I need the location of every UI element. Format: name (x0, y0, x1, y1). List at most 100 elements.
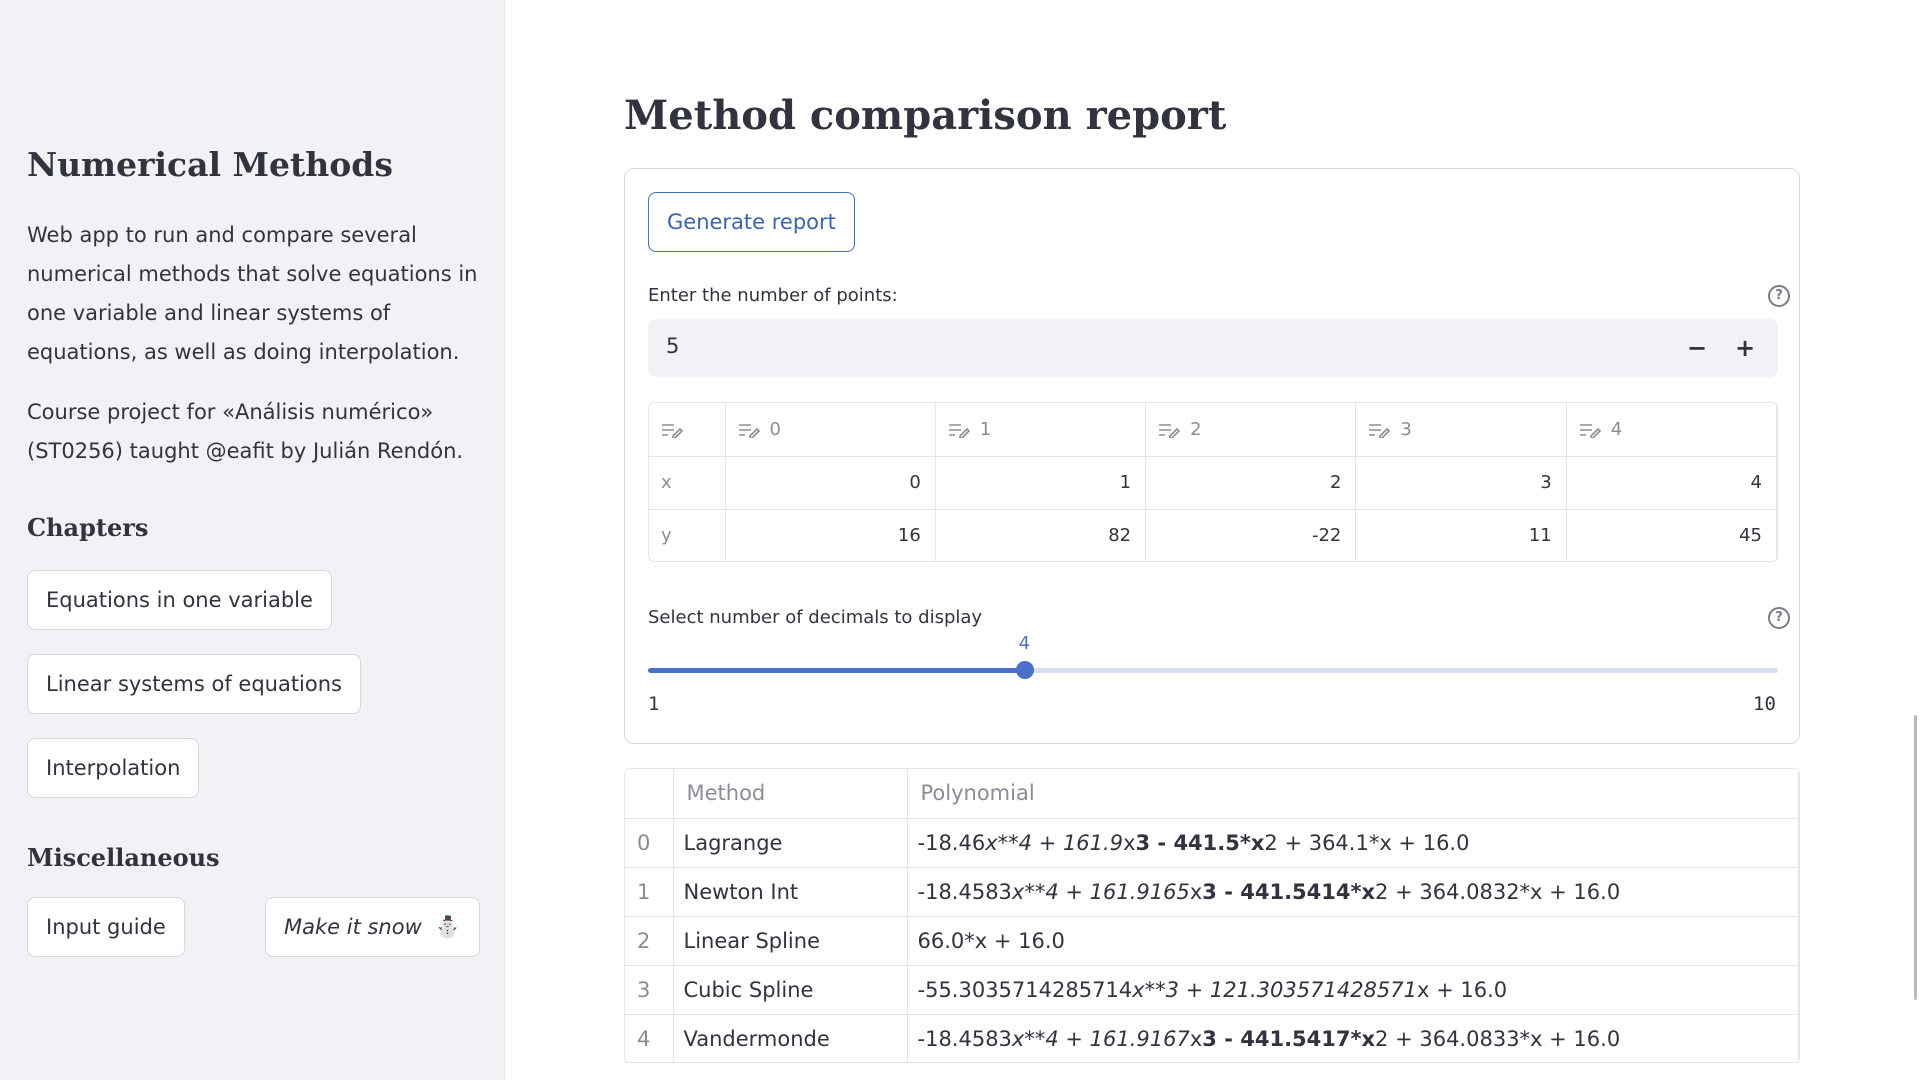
polynomial-segment: -18.4583 (917, 879, 1012, 904)
grid-cell[interactable]: 3 (1355, 456, 1567, 510)
polynomial-segment: 2 + 364.0833*x + 16.0 (1375, 1026, 1621, 1051)
row-index: 0 (625, 818, 674, 868)
sidebar: Numerical Methods Web app to run and com… (0, 0, 505, 1080)
table-row: 1 Newton Int -18.4583x**4 + 161.9165x3 - 4… (625, 867, 1799, 917)
grid-cell[interactable]: -22 (1145, 509, 1357, 561)
decimals-help-icon[interactable]: ? (1768, 607, 1790, 629)
sidebar-course-info: Course project for «Análisis numérico» (… (27, 400, 464, 463)
grid-row-x: x 0 1 2 3 4 (649, 456, 1777, 510)
polynomial-segment: 2 + 364.0832*x + 16.0 (1375, 879, 1621, 904)
decimals-slider-value: 4 (1018, 633, 1031, 654)
grid-row-label: x (649, 456, 726, 510)
grid-cell[interactable]: 16 (725, 509, 936, 561)
grid-cell[interactable]: 4 (1566, 456, 1777, 510)
polynomial-segment: x (1123, 830, 1136, 855)
decimals-slider-max: 10 (1753, 693, 1776, 715)
polynomial-cell: 66.0*x + 16.0 (907, 916, 1799, 966)
edit-column-icon (1159, 423, 1181, 438)
polynomial-cell: -18.46x**4 + 161.9x3 - 441.5*x2 + 364.1*… (907, 818, 1799, 868)
method-cell: Lagrange (673, 818, 908, 868)
edit-column-icon (1369, 423, 1391, 438)
edit-column-icon (1579, 423, 1601, 438)
polynomial-cell: -18.4583x**4 + 161.9167x3 - 441.5417*x2 … (907, 1014, 1799, 1062)
polynomial-segment: x + 16.0 (1417, 977, 1508, 1002)
grid-col-header[interactable]: 3 (1355, 403, 1567, 457)
sidebar-description: Web app to run and compare several numer… (27, 223, 478, 364)
polynomial-segment: x**4 + 161.9 (985, 830, 1124, 855)
grid-row-y: y 16 82 -22 11 45 (649, 509, 1777, 561)
decimals-slider-fill (648, 668, 1025, 673)
polynomial-cell: -18.4583x**4 + 161.9165x3 - 441.5414*x2 … (907, 867, 1799, 917)
polynomial-segment: -18.46 (917, 830, 986, 855)
chapter-interpolation-button[interactable]: Interpolation (27, 738, 200, 798)
polynomial-cell: -55.3035714285714x**3 + 121.303571428571… (907, 965, 1799, 1015)
chapters-heading: Chapters (27, 513, 149, 542)
results-table: Method Polynomial 0 Lagrange -18.46x**4 + … (624, 768, 1800, 1063)
polynomial-segment: 3 - 441.5*x (1135, 830, 1265, 855)
grid-col-header[interactable]: 1 (935, 403, 1147, 457)
grid-corner-header (649, 403, 726, 457)
chapter-linear-systems-button[interactable]: Linear systems of equations (27, 654, 361, 714)
points-help-icon[interactable]: ? (1768, 285, 1790, 307)
method-cell: Vandermonde (673, 1014, 908, 1062)
grid-row-label: y (649, 509, 726, 561)
scrollbar[interactable] (1914, 715, 1917, 1000)
row-index: 4 (625, 1014, 674, 1062)
grid-col-header[interactable]: 4 (1566, 403, 1777, 457)
table-row: 2 Linear Spline 66.0*x + 16.0 (625, 916, 1799, 966)
chapter-equations-button[interactable]: Equations in one variable (27, 570, 332, 630)
points-label: Enter the number of points: (648, 285, 898, 306)
polynomial-segment: -55.3035714285714 (917, 977, 1133, 1002)
report-form: Generate report Enter the number of poin… (624, 168, 1800, 744)
input-guide-button[interactable]: Input guide (27, 897, 185, 957)
edit-column-icon (662, 423, 683, 438)
points-number-input[interactable]: 5 − + (648, 319, 1778, 377)
decimals-slider[interactable] (648, 661, 1778, 679)
grid-cell[interactable]: 1 (935, 456, 1147, 510)
snowman-icon: ⛄ (434, 915, 461, 939)
points-data-editor[interactable]: 0 1 2 3 4 x 0 1 2 3 4 y 16 82 -22 11 45 (648, 402, 1778, 562)
page-title: Method comparison report (624, 92, 1227, 139)
decimals-slider-min: 1 (648, 693, 660, 715)
grid-col-header[interactable]: 0 (725, 403, 936, 457)
decrement-button[interactable]: − (1678, 329, 1716, 367)
method-cell: Newton Int (673, 867, 908, 917)
edit-column-icon (948, 423, 970, 438)
decimals-label: Select number of decimals to display (648, 607, 983, 628)
grid-cell[interactable]: 45 (1566, 509, 1777, 561)
results-polynomial-header[interactable]: Polynomial (907, 769, 1799, 819)
method-cell: Cubic Spline (673, 965, 908, 1015)
grid-cell[interactable]: 11 (1355, 509, 1567, 561)
grid-col-header[interactable]: 2 (1145, 403, 1357, 457)
row-index: 2 (625, 916, 674, 966)
grid-cell[interactable]: 2 (1145, 456, 1357, 510)
polynomial-segment: x (1189, 1026, 1203, 1051)
polynomial-segment: x**4 + 161.9167 (1011, 1026, 1190, 1051)
results-method-header[interactable]: Method (673, 769, 908, 819)
generate-report-button[interactable]: Generate report (648, 192, 855, 252)
grid-header-row: 0 1 2 3 4 (649, 403, 1777, 457)
polynomial-segment: -18.4583 (917, 1026, 1012, 1051)
results-header-row: Method Polynomial (625, 769, 1799, 819)
table-row: 4 Vandermonde -18.4583x**4 + 161.9167x3 - … (625, 1014, 1799, 1062)
points-value[interactable]: 5 (666, 334, 679, 358)
table-row: 0 Lagrange -18.46x**4 + 161.9x3 - 441.5*x2… (625, 818, 1799, 868)
make-it-snow-button[interactable]: Make it snow ⛄ (265, 897, 480, 957)
polynomial-segment: 3 - 441.5417*x (1202, 1026, 1376, 1051)
table-row: 3 Cubic Spline -55.3035714285714x**3 + 121… (625, 965, 1799, 1015)
row-index: 3 (625, 965, 674, 1015)
main-panel: Method comparison report Generate report… (506, 0, 1920, 1080)
grid-cell[interactable]: 0 (725, 456, 936, 510)
polynomial-segment: 3 - 441.5414*x (1202, 879, 1376, 904)
polynomial-segment: 2 + 364.1*x + 16.0 (1264, 830, 1470, 855)
misc-heading: Miscellaneous (27, 843, 220, 872)
polynomial-segment: x (1189, 879, 1203, 904)
polynomial-segment: x**3 + 121.303571428571 (1132, 977, 1417, 1002)
increment-button[interactable]: + (1726, 329, 1764, 367)
results-index-header (625, 769, 674, 819)
method-cell: Linear Spline (673, 916, 908, 966)
polynomial-segment: x**4 + 161.9165 (1011, 879, 1190, 904)
decimals-slider-thumb[interactable] (1015, 661, 1034, 679)
edit-column-icon (738, 423, 760, 438)
grid-cell[interactable]: 82 (935, 509, 1147, 561)
